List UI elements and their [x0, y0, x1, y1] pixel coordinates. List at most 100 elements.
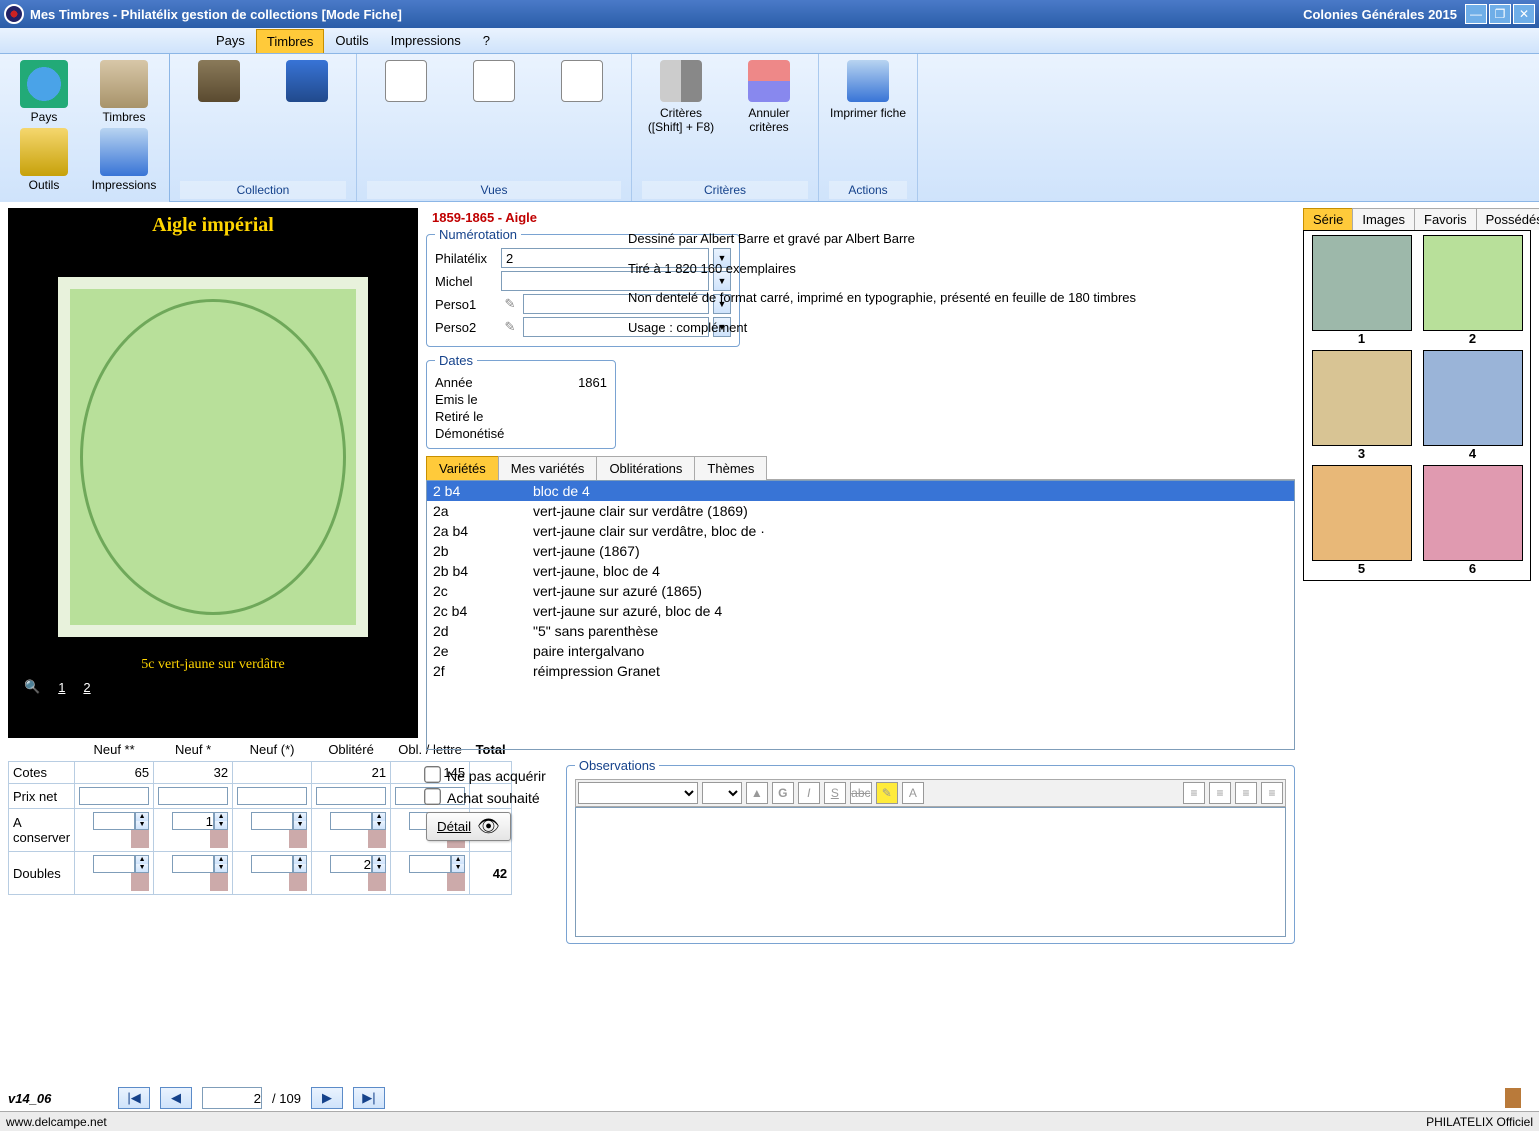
detail-tab-thèmes[interactable]: Thèmes	[694, 456, 767, 480]
minimize-button[interactable]: —	[1465, 4, 1487, 24]
font-color-button[interactable]: A	[902, 782, 924, 804]
menu-item-outils[interactable]: Outils	[324, 28, 379, 53]
spinner[interactable]: ▲▼	[293, 855, 307, 873]
series-tab-images[interactable]: Images	[1352, 208, 1415, 230]
thumb-2[interactable]: 2	[1419, 235, 1526, 346]
left-button-impressions[interactable]: Impressions	[84, 128, 164, 192]
no-acquire-checkbox[interactable]: Ne pas acquérir	[426, 768, 546, 784]
ribbon-Imprimer fiche[interactable]: Imprimer fiche	[829, 60, 907, 120]
stamps-mini-icon[interactable]	[210, 830, 228, 848]
exit-icon[interactable]	[1505, 1088, 1521, 1108]
menu-item-pays[interactable]: Pays	[205, 28, 256, 53]
price-input[interactable]	[237, 787, 307, 805]
series-tab-possédés[interactable]: Possédés	[1476, 208, 1539, 230]
ribbon-Critères ([Shift] + F8)[interactable]: Critères ([Shift] + F8)	[642, 60, 720, 134]
thumb-6[interactable]: 6	[1419, 465, 1526, 576]
stamp-page-2[interactable]: 2	[83, 680, 90, 695]
bold-button[interactable]: G	[772, 782, 794, 804]
qty-input[interactable]	[330, 855, 372, 873]
left-button-pays[interactable]: Pays	[4, 60, 84, 124]
spinner[interactable]: ▲▼	[214, 812, 228, 830]
variety-row[interactable]: 2d"5" sans parenthèse	[427, 621, 1294, 641]
thumb-4[interactable]: 4	[1419, 350, 1526, 461]
underline-button[interactable]: S	[824, 782, 846, 804]
strike-button[interactable]: abc	[850, 782, 872, 804]
align-justify-button[interactable]: ≡	[1261, 782, 1283, 804]
qty-input[interactable]	[251, 855, 293, 873]
font-family-select[interactable]	[578, 782, 698, 804]
variety-row[interactable]: 2 b4bloc de 4	[427, 481, 1294, 501]
variety-row[interactable]: 2c b4vert-jaune sur azuré, bloc de 4	[427, 601, 1294, 621]
qty-input[interactable]	[251, 812, 293, 830]
detail-button[interactable]: Détail 👁	[426, 812, 511, 841]
ribbon-ic-sheets[interactable]	[367, 60, 445, 106]
qty-input[interactable]	[172, 812, 214, 830]
align-center-button[interactable]: ≡	[1209, 782, 1231, 804]
variety-row[interactable]: 2bvert-jaune (1867)	[427, 541, 1294, 561]
spinner[interactable]: ▲▼	[135, 855, 149, 873]
variety-row[interactable]: 2epaire intergalvano	[427, 641, 1294, 661]
left-button-outils[interactable]: Outils	[4, 128, 84, 192]
spinner[interactable]: ▲▼	[293, 812, 307, 830]
detail-tab-variétés[interactable]: Variétés	[426, 456, 499, 480]
zoom-icon[interactable]: 🔍	[24, 679, 40, 695]
stamps-mini-icon[interactable]	[368, 830, 386, 848]
align-right-button[interactable]: ≡	[1235, 782, 1257, 804]
thumb-1[interactable]: 1	[1308, 235, 1415, 346]
qty-input[interactable]	[93, 855, 135, 873]
thumb-5[interactable]: 5	[1308, 465, 1415, 576]
first-record-button[interactable]: |◀	[118, 1087, 150, 1109]
qty-input[interactable]	[93, 812, 135, 830]
menu-item-timbres[interactable]: Timbres	[256, 29, 324, 53]
stamps-mini-icon[interactable]	[289, 873, 307, 891]
italic-button[interactable]: I	[798, 782, 820, 804]
variety-row[interactable]: 2cvert-jaune sur azuré (1865)	[427, 581, 1294, 601]
stamps-mini-icon[interactable]	[368, 873, 386, 891]
spinner[interactable]: ▲▼	[372, 812, 386, 830]
close-button[interactable]: ✕	[1513, 4, 1535, 24]
maximize-button[interactable]: ❐	[1489, 4, 1511, 24]
align-left-button[interactable]: ≡	[1183, 782, 1205, 804]
price-input[interactable]	[316, 787, 386, 805]
wish-buy-checkbox[interactable]: Achat souhaité	[426, 790, 546, 806]
variety-row[interactable]: 2a b4vert-jaune clair sur verdâtre, bloc…	[427, 521, 1294, 541]
variety-row[interactable]: 2avert-jaune clair sur verdâtre (1869)	[427, 501, 1294, 521]
series-tab-favoris[interactable]: Favoris	[1414, 208, 1477, 230]
stamps-mini-icon[interactable]	[210, 873, 228, 891]
stamps-mini-icon[interactable]	[131, 873, 149, 891]
ribbon-ic-sheets[interactable]	[455, 60, 533, 106]
prev-record-button[interactable]: ◀	[160, 1087, 192, 1109]
detail-tab-mes variétés[interactable]: Mes variétés	[498, 456, 598, 480]
qty-input[interactable]	[172, 855, 214, 873]
highlight-button[interactable]: ✎	[876, 782, 898, 804]
ribbon-ic-floppy[interactable]	[268, 60, 346, 106]
stamps-mini-icon[interactable]	[131, 830, 149, 848]
qty-input[interactable]	[330, 812, 372, 830]
size-up-icon[interactable]: ▲	[746, 782, 768, 804]
price-input[interactable]	[158, 787, 228, 805]
menu-item-impressions[interactable]: Impressions	[380, 28, 472, 53]
ribbon-ic-books[interactable]	[180, 60, 258, 106]
stamps-mini-icon[interactable]	[289, 830, 307, 848]
series-tab-série[interactable]: Série	[1303, 208, 1353, 230]
price-input[interactable]	[79, 787, 149, 805]
varieties-list[interactable]: 2 b4bloc de 42avert-jaune clair sur verd…	[426, 480, 1295, 750]
ribbon-ic-sheets[interactable]	[543, 60, 621, 106]
spinner[interactable]: ▲▼	[214, 855, 228, 873]
font-size-select[interactable]	[702, 782, 742, 804]
variety-row[interactable]: 2b b4vert-jaune, bloc de 4	[427, 561, 1294, 581]
detail-tab-oblitérations[interactable]: Oblitérations	[596, 456, 695, 480]
variety-row[interactable]: 2fréimpression Granet	[427, 661, 1294, 681]
menu-item-?[interactable]: ?	[472, 28, 501, 53]
observations-text[interactable]	[575, 807, 1286, 937]
thumb-3[interactable]: 3	[1308, 350, 1415, 461]
spinner[interactable]: ▲▼	[372, 855, 386, 873]
next-record-button[interactable]: ▶	[311, 1087, 343, 1109]
last-record-button[interactable]: ▶|	[353, 1087, 385, 1109]
description-line: Dessiné par Albert Barre et gravé par Al…	[628, 229, 1295, 249]
ribbon-Annuler critères[interactable]: Annuler critères	[730, 60, 808, 134]
record-number-input[interactable]	[202, 1087, 262, 1109]
stamp-page-1[interactable]: 1	[58, 680, 65, 695]
left-button-timbres[interactable]: Timbres	[84, 60, 164, 124]
spinner[interactable]: ▲▼	[135, 812, 149, 830]
